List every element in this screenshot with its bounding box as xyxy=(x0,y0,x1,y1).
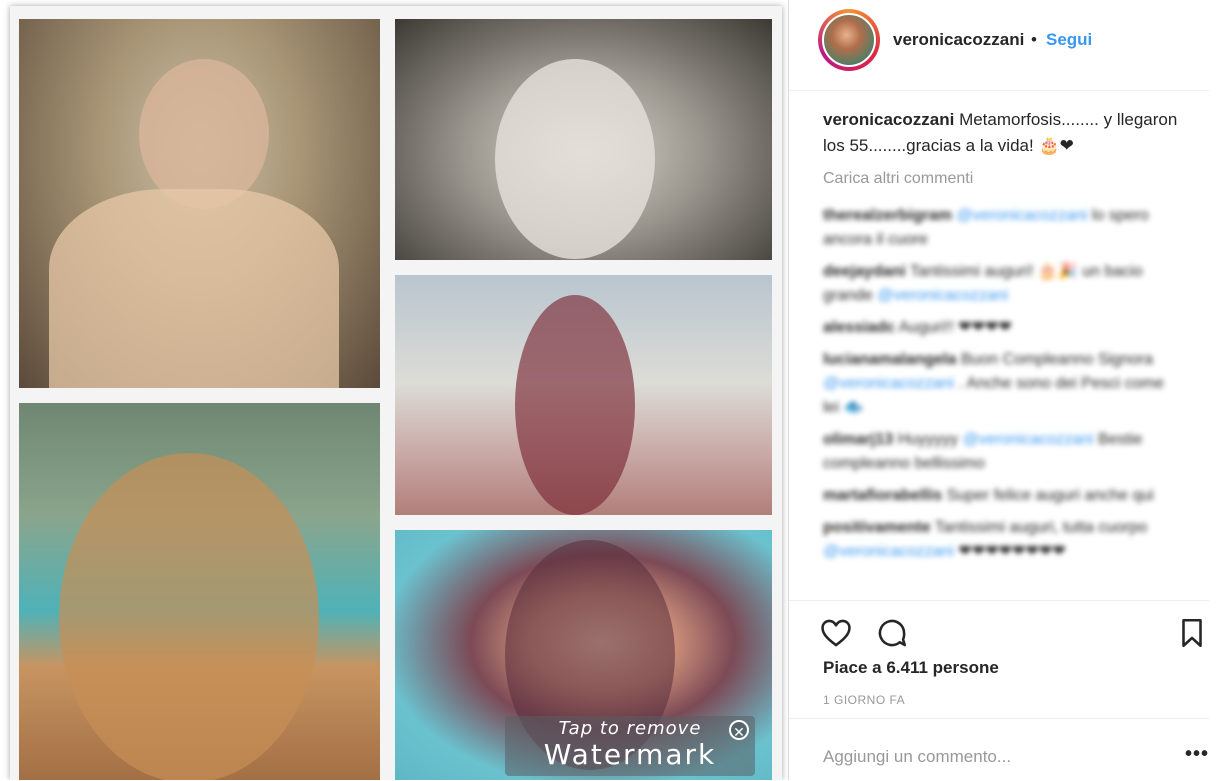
watermark-label: Watermark xyxy=(543,738,717,771)
comment-item: martafiorabellis Super felice auguri anc… xyxy=(823,484,1173,508)
post-sidebar: veronicacozzani • Segui veronicacozzani … xyxy=(789,0,1217,780)
watermark-banner[interactable]: Tap to remove Watermark ✕ xyxy=(505,716,755,776)
follow-button[interactable]: Segui xyxy=(1046,30,1092,50)
comment-mention[interactable]: @veronicacozzani xyxy=(956,207,1087,224)
photo-young-woman-sitting xyxy=(395,275,772,515)
comment-username[interactable]: lucianamalangela xyxy=(823,351,956,368)
comment-mention[interactable]: @veronicacozzani xyxy=(823,543,954,560)
comment-mention[interactable]: @veronicacozzani xyxy=(823,375,954,392)
watermark-hint: Tap to remove xyxy=(558,718,702,739)
like-count[interactable]: Piace a 6.411 persone xyxy=(823,658,999,678)
comment-text: Tantissimi auguri, tutta cuorpo xyxy=(934,519,1148,536)
bookmark-icon[interactable] xyxy=(1175,616,1209,650)
comment-text-cont: ❤❤❤❤❤❤❤❤ xyxy=(958,543,1066,560)
comment-username[interactable]: martafiorabellis xyxy=(823,487,942,504)
photo-baby xyxy=(19,19,380,388)
comment-text: Huyyyyy xyxy=(897,431,959,448)
comment-item: positivamente Tantissimi auguri, tutta c… xyxy=(823,516,1173,564)
comment-item: lucianamalangela Buon Compleanno Signora… xyxy=(823,348,1173,420)
separator: • xyxy=(1031,30,1037,49)
comment-username[interactable]: olimarj13 xyxy=(823,431,893,448)
load-more-comments-button[interactable]: Carica altri commenti xyxy=(823,170,973,188)
comment-item: therealzerbigram @veronicacozzani lo spe… xyxy=(823,204,1173,252)
comment-list: therealzerbigram @veronicacozzani lo spe… xyxy=(823,204,1173,572)
comment-username[interactable]: positivamente xyxy=(823,519,931,536)
comment-username[interactable]: therealzerbigram xyxy=(823,207,952,224)
comment-text: Buon Compleanno Signora xyxy=(960,351,1153,368)
comment-username[interactable]: alessiadc xyxy=(823,319,895,336)
post-image-collage[interactable]: Tap to remove Watermark ✕ xyxy=(0,0,789,780)
heart-icon[interactable] xyxy=(819,616,853,650)
post-timestamp: 1 GIORNO FA xyxy=(823,693,906,707)
comment-mention[interactable]: @veronicacozzani xyxy=(877,287,1008,304)
post-caption: veronicacozzani Metamorfosis........ y l… xyxy=(823,107,1183,159)
header-username[interactable]: veronicacozzani xyxy=(893,30,1024,50)
add-comment-bar: ••• xyxy=(789,718,1209,781)
comment-item: deejaydani Tantissimi auguri! 🎂🎉 un baci… xyxy=(823,260,1173,308)
more-options-icon[interactable]: ••• xyxy=(1185,743,1209,766)
comment-input[interactable] xyxy=(821,743,1145,771)
close-icon[interactable]: ✕ xyxy=(729,720,749,740)
comment-item: alessiadc Auguri!! ❤❤❤❤ xyxy=(823,316,1173,340)
comment-icon[interactable] xyxy=(875,616,909,650)
post-header: veronicacozzani • Segui xyxy=(789,0,1209,91)
caption-username[interactable]: veronicacozzani xyxy=(823,110,954,129)
action-bar xyxy=(789,600,1209,661)
avatar[interactable] xyxy=(818,9,880,71)
comment-text: Auguri!! ❤❤❤❤ xyxy=(898,319,1012,336)
comment-username[interactable]: deejaydani xyxy=(823,263,906,280)
avatar-image xyxy=(822,13,876,67)
photo-child-bw xyxy=(395,19,772,260)
comment-item: olimarj13 Huyyyyy @veronicacozzani Besti… xyxy=(823,428,1173,476)
comment-text: Super felice auguri anche qui xyxy=(946,487,1154,504)
comment-mention[interactable]: @veronicacozzani xyxy=(963,431,1094,448)
photo-sunglasses-selfie xyxy=(19,403,380,780)
